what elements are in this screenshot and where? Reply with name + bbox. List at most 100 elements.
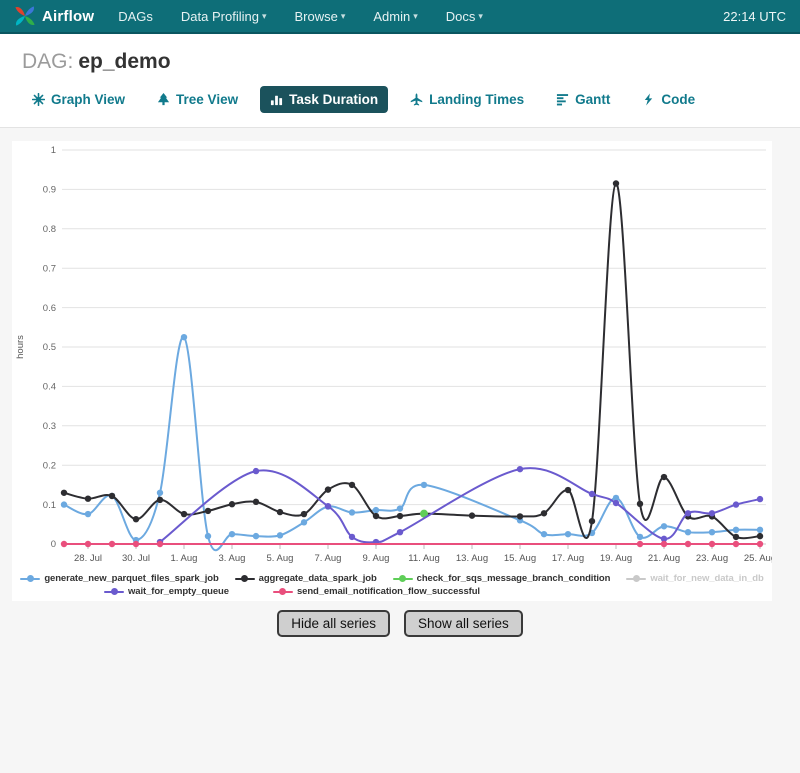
nav-item-data-profiling[interactable]: Data Profiling ▾ xyxy=(181,9,267,24)
data-point-generate-new-parquet-files-spark-job[interactable] xyxy=(84,510,92,518)
nav-item-docs[interactable]: Docs ▾ xyxy=(446,9,483,24)
data-point-generate-new-parquet-files-spark-job[interactable] xyxy=(636,533,644,541)
data-point-wait-for-empty-queue[interactable] xyxy=(396,528,404,536)
series-line-generate-new-parquet-files-spark-job[interactable] xyxy=(63,336,761,552)
data-point-generate-new-parquet-files-spark-job[interactable] xyxy=(756,526,764,534)
nav-item-dags[interactable]: DAGs xyxy=(118,9,153,24)
data-point-generate-new-parquet-files-spark-job[interactable] xyxy=(420,481,428,489)
data-point-aggregate-data-spark-job[interactable] xyxy=(636,500,644,508)
data-point-aggregate-data-spark-job[interactable] xyxy=(660,473,668,481)
view-tabs: Graph View Tree View Task Duration Landing … xyxy=(0,74,800,125)
data-point-wait-for-empty-queue[interactable] xyxy=(252,467,260,475)
data-point-send-email-notification-flow-successful[interactable] xyxy=(156,540,164,548)
data-point-aggregate-data-spark-job[interactable] xyxy=(588,517,596,525)
tab-code[interactable]: Code xyxy=(632,86,705,113)
data-point-aggregate-data-spark-job[interactable] xyxy=(108,492,116,500)
data-point-generate-new-parquet-files-spark-job[interactable] xyxy=(276,532,284,539)
data-point-send-email-notification-flow-successful[interactable] xyxy=(636,540,644,548)
nav-item-admin[interactable]: Admin ▾ xyxy=(373,9,417,24)
data-point-generate-new-parquet-files-spark-job[interactable] xyxy=(372,506,380,514)
data-point-aggregate-data-spark-job[interactable] xyxy=(348,481,356,489)
data-point-generate-new-parquet-files-spark-job[interactable] xyxy=(60,501,68,508)
data-point-aggregate-data-spark-job[interactable] xyxy=(540,510,548,517)
legend-marker-icon xyxy=(392,575,413,583)
data-point-send-email-notification-flow-successful[interactable] xyxy=(684,540,692,548)
data-point-aggregate-data-spark-job[interactable] xyxy=(612,180,620,187)
data-point-send-email-notification-flow-successful[interactable] xyxy=(708,540,716,548)
data-point-send-email-notification-flow-successful[interactable] xyxy=(60,540,68,548)
nav-item-browse[interactable]: Browse ▾ xyxy=(294,9,345,24)
tab-task-duration[interactable]: Task Duration xyxy=(260,86,389,113)
data-point-generate-new-parquet-files-spark-job[interactable] xyxy=(300,519,308,526)
data-point-wait-for-empty-queue[interactable] xyxy=(588,490,596,498)
data-point-send-email-notification-flow-successful[interactable] xyxy=(84,540,92,548)
data-point-aggregate-data-spark-job[interactable] xyxy=(324,486,332,493)
data-point-generate-new-parquet-files-spark-job[interactable] xyxy=(348,509,356,516)
data-point-aggregate-data-spark-job[interactable] xyxy=(180,510,188,518)
data-point-generate-new-parquet-files-spark-job[interactable] xyxy=(180,333,188,341)
tab-gantt[interactable]: Gantt xyxy=(546,86,620,113)
data-point-aggregate-data-spark-job[interactable] xyxy=(60,489,68,496)
data-point-aggregate-data-spark-job[interactable] xyxy=(228,501,236,508)
series-line-aggregate-data-spark-job[interactable] xyxy=(63,182,761,540)
data-point-aggregate-data-spark-job[interactable] xyxy=(756,532,764,540)
data-point-generate-new-parquet-files-spark-job[interactable] xyxy=(204,532,212,540)
data-point-wait-for-empty-queue[interactable] xyxy=(612,499,620,507)
data-point-aggregate-data-spark-job[interactable] xyxy=(84,495,92,502)
data-point-aggregate-data-spark-job[interactable] xyxy=(468,512,476,519)
airflow-brand[interactable]: Airflow xyxy=(14,5,94,27)
data-point-wait-for-empty-queue[interactable] xyxy=(324,502,332,510)
data-point-generate-new-parquet-files-spark-job[interactable] xyxy=(228,530,236,538)
show-all-series-button[interactable]: Show all series xyxy=(404,610,523,637)
legend-item-aggregate-data-spark-job[interactable]: aggregate_data_spark_job xyxy=(234,573,377,584)
data-point-generate-new-parquet-files-spark-job[interactable] xyxy=(684,528,692,536)
data-point-send-email-notification-flow-successful[interactable] xyxy=(660,540,668,548)
data-point-generate-new-parquet-files-spark-job[interactable] xyxy=(660,523,668,530)
legend-item-wait-for-empty-queue[interactable]: wait_for_empty_queue xyxy=(104,586,229,597)
data-point-wait-for-empty-queue[interactable] xyxy=(708,510,716,517)
data-point-generate-new-parquet-files-spark-job[interactable] xyxy=(708,528,716,536)
task-duration-chart[interactable]: 0 0.1 0.2 0.3 0.4 0.5 0.6 0.7 0.8 0.9 1 hours 28. Ju… xyxy=(12,141,772,569)
data-point-generate-new-parquet-files-spark-job[interactable] xyxy=(156,489,164,496)
data-point-wait-for-empty-queue[interactable] xyxy=(732,501,740,508)
data-point-send-email-notification-flow-successful[interactable] xyxy=(756,540,764,548)
y-tick-label: 0.3 xyxy=(43,421,56,432)
data-point-wait-for-empty-queue[interactable] xyxy=(684,510,692,517)
data-point-generate-new-parquet-files-spark-job[interactable] xyxy=(732,526,740,534)
data-point-aggregate-data-spark-job[interactable] xyxy=(564,486,572,494)
series-line-wait-for-empty-queue[interactable] xyxy=(159,467,761,544)
hide-all-series-button[interactable]: Hide all series xyxy=(277,610,390,637)
data-point-generate-new-parquet-files-spark-job[interactable] xyxy=(564,530,572,538)
data-point-aggregate-data-spark-job[interactable] xyxy=(732,533,740,541)
brand-name: Airflow xyxy=(42,7,95,25)
data-point-send-email-notification-flow-successful[interactable] xyxy=(132,540,140,548)
data-point-generate-new-parquet-files-spark-job[interactable] xyxy=(396,505,404,512)
data-point-aggregate-data-spark-job[interactable] xyxy=(396,512,404,520)
legend-item-check-for-sqs-message-branch-condition[interactable]: check_for_sqs_message_branch_condition xyxy=(392,573,610,584)
data-point-send-email-notification-flow-successful[interactable] xyxy=(732,540,740,548)
legend-item-generate-new-parquet-files-spark-job[interactable]: generate_new_parquet_files_spark_job xyxy=(20,573,219,584)
data-point-aggregate-data-spark-job[interactable] xyxy=(132,515,140,523)
data-point-send-email-notification-flow-successful[interactable] xyxy=(108,540,116,548)
data-point-aggregate-data-spark-job[interactable] xyxy=(372,512,380,520)
data-point-aggregate-data-spark-job[interactable] xyxy=(276,508,284,516)
tab-landing-times[interactable]: Landing Times xyxy=(400,86,534,113)
dag-name: ep_demo xyxy=(78,50,171,73)
tab-tree-view[interactable]: Tree View xyxy=(147,86,248,113)
data-point-aggregate-data-spark-job[interactable] xyxy=(252,498,260,506)
tab-graph-view[interactable]: Graph View xyxy=(22,86,135,113)
data-point-generate-new-parquet-files-spark-job[interactable] xyxy=(540,530,548,538)
dag-prefix-label: DAG: xyxy=(22,50,74,73)
data-point-wait-for-empty-queue[interactable] xyxy=(348,533,356,541)
data-point-wait-for-empty-queue[interactable] xyxy=(516,465,524,473)
data-point-aggregate-data-spark-job[interactable] xyxy=(516,513,524,520)
legend-item-wait-for-new-data-in-db[interactable]: wait_for_new_data_in_db xyxy=(626,573,764,584)
data-point-generate-new-parquet-files-spark-job[interactable] xyxy=(252,532,260,540)
data-point-wait-for-empty-queue[interactable] xyxy=(756,495,764,503)
data-point-aggregate-data-spark-job[interactable] xyxy=(156,496,164,504)
data-point-aggregate-data-spark-job[interactable] xyxy=(204,507,212,515)
data-point-aggregate-data-spark-job[interactable] xyxy=(300,510,308,518)
airflow-pinwheel-logo-icon xyxy=(15,6,35,26)
legend-item-send-email-notification-flow-successful[interactable]: send_email_notification_flow_successful xyxy=(272,586,480,597)
bar-chart-icon xyxy=(270,93,283,106)
